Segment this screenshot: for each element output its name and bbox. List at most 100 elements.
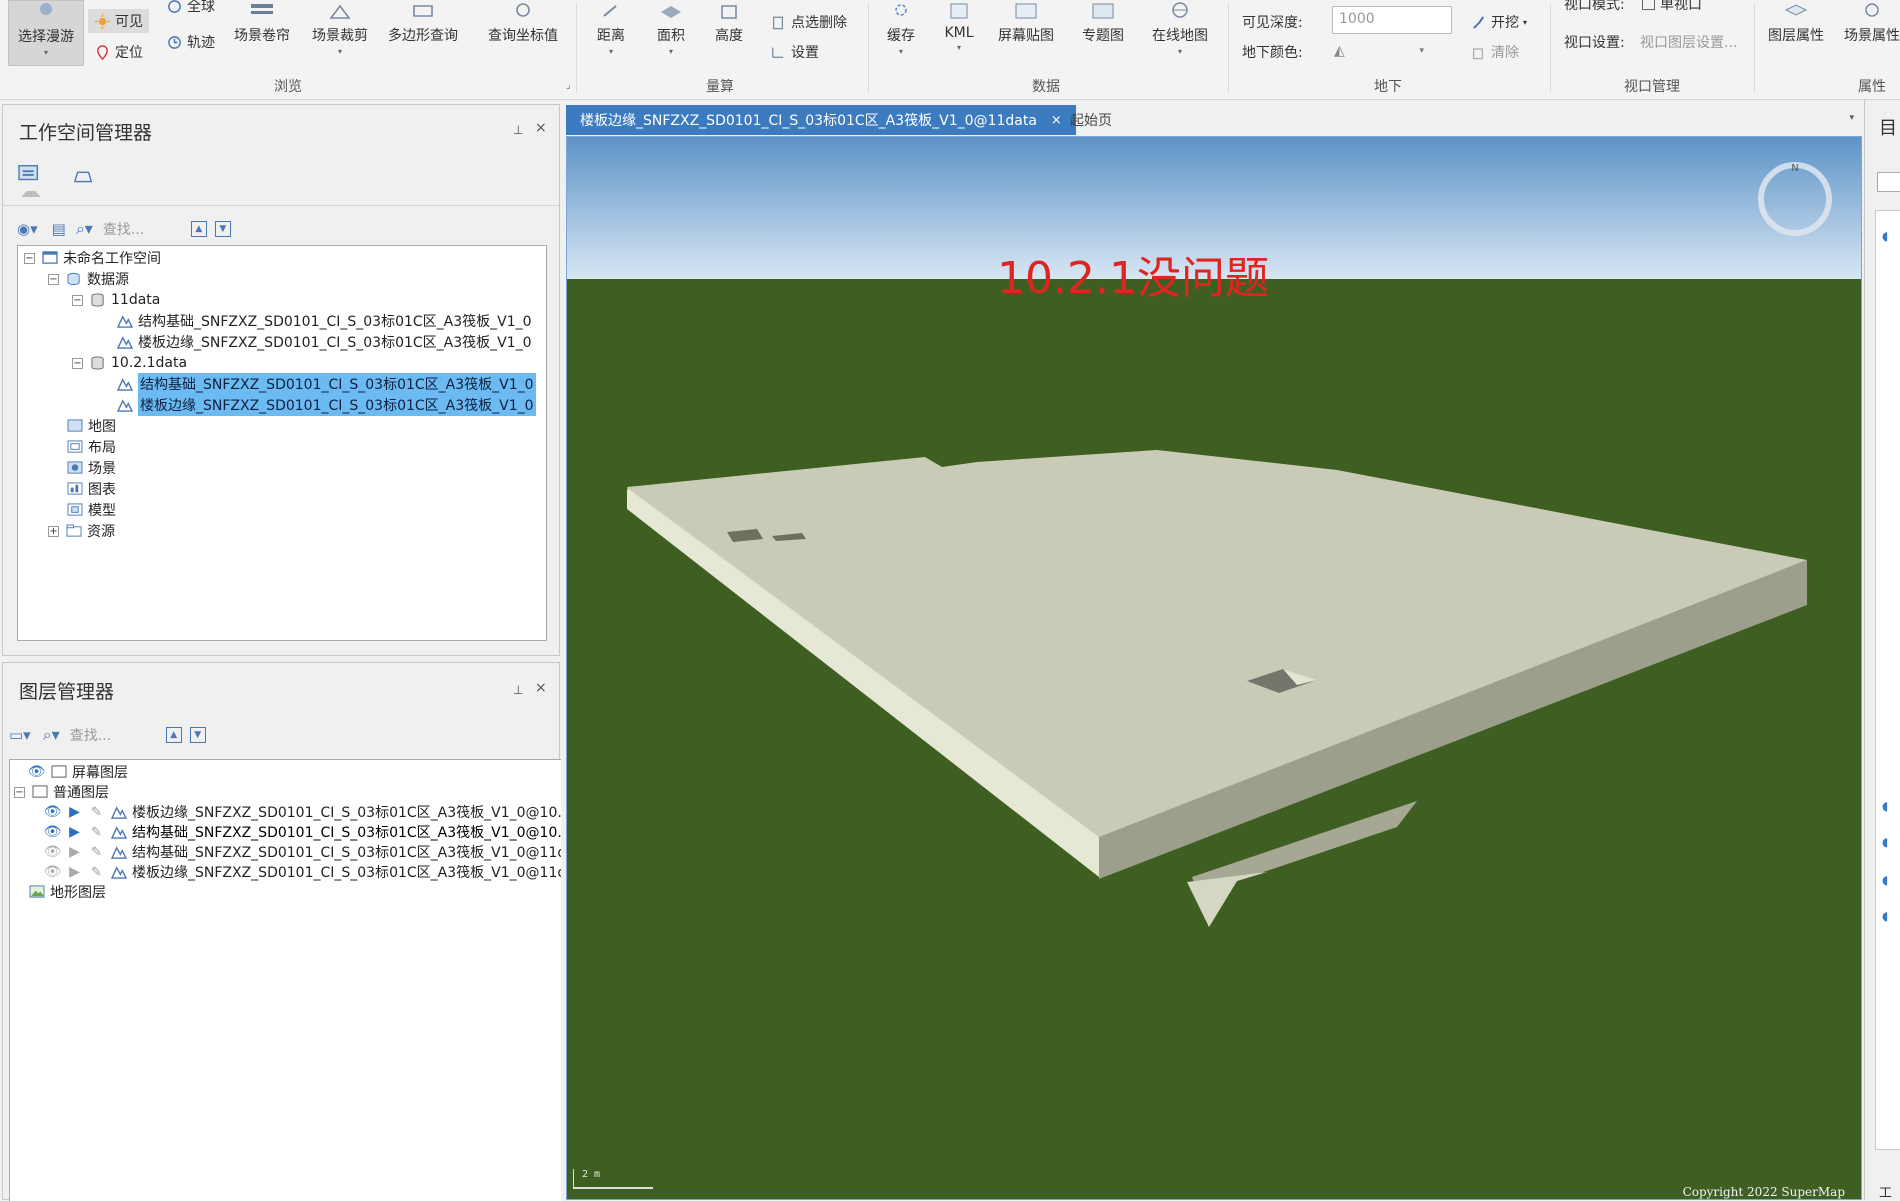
tree-item-layouts[interactable]: 布局 (66, 437, 116, 457)
scene-viewport[interactable]: N 10.2.1没问题 2 m Copyright 2022 SuperMap (566, 136, 1862, 1200)
blue-node-icon[interactable]: ◖ (1882, 909, 1888, 923)
select-roam-button[interactable]: 选择漫游 ▾ (8, 0, 84, 66)
close-icon[interactable]: × (535, 120, 547, 136)
tree-item-charts[interactable]: 图表 (66, 479, 116, 499)
collapse-icon[interactable]: − (14, 786, 25, 798)
excavate-button[interactable]: 开挖 ▾ (1470, 12, 1527, 32)
folder-icon[interactable] (1877, 172, 1900, 192)
tree-item-dataset-selected[interactable]: 结构基础_SNFZXZ_SD0101_CI_S_03标01C区_A3筏板_V1_… (116, 373, 536, 395)
viewport-settings-value[interactable]: 视口图层设置... (1640, 32, 1737, 52)
collapse-icon[interactable]: − (72, 294, 83, 306)
ground-color-picker[interactable]: ◭ ▾ (1334, 40, 1424, 62)
search-down-icon[interactable]: ▼ (214, 221, 231, 237)
tab-dropdown-icon[interactable]: ▾ (1849, 113, 1854, 123)
eye-visible-icon[interactable]: 👁 (28, 764, 46, 780)
layer-properties-button[interactable]: 图层属性 (1768, 0, 1824, 45)
editable-icon[interactable]: ✎ (88, 805, 105, 820)
scene-clip-button[interactable]: 场景裁剪 ▾ (312, 0, 368, 56)
blue-node-icon[interactable]: ◖ (1882, 835, 1888, 849)
height-label: 高度 (715, 28, 743, 44)
collapse-icon[interactable]: − (72, 357, 83, 369)
tab-start-page[interactable]: 起始页 (1056, 105, 1126, 135)
tree-item-label: 数据源 (87, 272, 129, 288)
clear-button[interactable]: 清除 (1470, 42, 1519, 62)
query-coord-button[interactable]: 查询坐标值 (488, 0, 558, 45)
add-layer-icon[interactable]: ▭▾ (9, 726, 31, 744)
workspace-tab-data[interactable] (17, 163, 45, 197)
point-delete-button[interactable]: 点选删除 (770, 12, 847, 32)
layer-search-bar: ▭▾ ⌕▾ 查找... ▲ ▼ (9, 723, 549, 747)
open-datasource-icon[interactable]: ◉▾ (17, 220, 38, 238)
height-button[interactable]: 高度 (714, 0, 744, 45)
locate-button[interactable]: 定位 (94, 42, 143, 62)
editable-icon[interactable]: ✎ (88, 825, 105, 840)
track-button[interactable]: 轨迹 (166, 32, 215, 52)
editable-icon[interactable]: ✎ (88, 845, 105, 860)
layer-item-screen[interactable]: 👁 屏幕图层 (28, 762, 128, 782)
tree-item-resources[interactable]: + 资源 (48, 521, 115, 541)
tree-item-maps[interactable]: 地图 (66, 416, 116, 436)
eye-visible-icon[interactable]: 👁 (44, 804, 62, 820)
search-icon[interactable]: ⌕▾ (76, 219, 93, 239)
screen-overlay-button[interactable]: 屏幕贴图 (998, 0, 1054, 45)
eye-visible-icon[interactable]: 👁 (44, 824, 62, 840)
selectable-icon[interactable]: ▶ (66, 824, 83, 840)
tree-item-dataset[interactable]: 楼板边缘_SNFZXZ_SD0101_CI_S_03标01C区_A3筏板_V1_… (116, 332, 532, 352)
scene-properties-button[interactable]: 场景属性 (1844, 0, 1900, 45)
new-icon[interactable]: ▤ (52, 220, 66, 238)
tab-scene-document[interactable]: 楼板边缘_SNFZXZ_SD0101_CI_S_03标01C区_A3筏板_V1_… (566, 105, 1076, 135)
tree-item-models[interactable]: 模型 (66, 500, 116, 520)
cache-button[interactable]: 缓存 ▾ (886, 0, 916, 56)
search-down-icon[interactable]: ▼ (189, 727, 206, 743)
eye-hidden-icon[interactable]: 👁 (44, 864, 62, 880)
expand-icon[interactable]: + (48, 525, 59, 537)
tree-item-10-2-1data[interactable]: − 10.2.1data (72, 353, 187, 373)
full-extent-button[interactable]: 全球 (166, 0, 215, 16)
layer-item-hidden[interactable]: 👁 ▶ ✎ 楼板边缘_SNFZXZ_SD0101_CI_S_03标01C区_A3… (44, 862, 561, 882)
blue-node-icon[interactable]: ◖ (1882, 229, 1888, 243)
selectable-icon[interactable]: ▶ (66, 864, 83, 880)
pin-icon[interactable]: ⊥ (513, 123, 523, 137)
tree-item-datasources[interactable]: − 数据源 (48, 269, 129, 289)
close-icon[interactable]: × (535, 680, 547, 696)
visible-button[interactable]: 可见 (88, 9, 149, 33)
search-up-icon[interactable]: ▲ (190, 221, 207, 237)
distance-button[interactable]: 距离 ▾ (596, 0, 626, 56)
search-icon[interactable]: ⌕▾ (43, 725, 60, 745)
online-map-button[interactable]: 在线地图 ▾ (1152, 0, 1208, 56)
scene-curtain-button[interactable]: 场景卷帘 (234, 0, 290, 45)
blue-node-icon[interactable]: ◖ (1882, 873, 1888, 887)
workspace-search-input[interactable]: 查找... (103, 219, 183, 239)
eye-hidden-icon[interactable]: 👁 (44, 844, 62, 860)
layer-item-normal[interactable]: − 普通图层 (14, 782, 109, 802)
measure-settings-button[interactable]: 设置 (770, 42, 819, 62)
viewport-mode-select[interactable]: 单视口 (1642, 0, 1702, 14)
pin-icon[interactable]: ⊥ (513, 683, 523, 697)
tree-item-dataset[interactable]: 结构基础_SNFZXZ_SD0101_CI_S_03标01C区_A3筏板_V1_… (116, 311, 532, 331)
layer-search-input[interactable]: 查找... (70, 725, 160, 745)
editable-icon[interactable]: ✎ (88, 865, 105, 880)
layer-item-active[interactable]: 👁 ▶ ✎ 结构基础_SNFZXZ_SD0101_CI_S_03标01C区_A3… (44, 822, 561, 842)
layer-item-hidden[interactable]: 👁 ▶ ✎ 结构基础_SNFZXZ_SD0101_CI_S_03标01C区_A3… (44, 842, 561, 862)
selectable-icon[interactable]: ▶ (66, 804, 83, 820)
sun-icon (94, 13, 110, 29)
collapse-icon[interactable]: − (24, 252, 35, 264)
tree-item-scenes[interactable]: 场景 (66, 458, 116, 478)
area-button[interactable]: 面积 ▾ (656, 0, 686, 56)
ribbon-toolbar: 选择漫游 ▾ 全球 可见 定位 轨迹 场景卷帘 场景裁剪 ▾ 多边形查询 查询坐… (0, 0, 1900, 100)
tree-item-11data[interactable]: − 11data (72, 290, 160, 310)
tree-item-workspace[interactable]: − 未命名工作空间 (24, 248, 161, 268)
kml-button[interactable]: KML ▾ (944, 0, 974, 52)
blue-node-icon[interactable]: ◖ (1882, 799, 1888, 813)
layer-item-terrain[interactable]: 地形图层 (28, 882, 106, 902)
thematic-button[interactable]: 专题图 (1082, 0, 1124, 45)
tree-item-dataset-selected[interactable]: 楼板边缘_SNFZXZ_SD0101_CI_S_03标01C区_A3筏板_V1_… (116, 394, 536, 416)
selectable-icon[interactable]: ▶ (66, 844, 83, 860)
collapse-icon[interactable]: − (48, 273, 59, 285)
visible-depth-input[interactable]: 1000 (1332, 6, 1452, 34)
layer-item[interactable]: 👁 ▶ ✎ 楼板边缘_SNFZXZ_SD0101_CI_S_03标01C区_A3… (44, 802, 561, 822)
search-up-icon[interactable]: ▲ (165, 727, 182, 743)
workspace-tab-cloud[interactable] (71, 165, 99, 191)
group-launcher-icon[interactable]: ⌟ (566, 80, 571, 91)
polygon-query-button[interactable]: 多边形查询 (388, 0, 458, 45)
